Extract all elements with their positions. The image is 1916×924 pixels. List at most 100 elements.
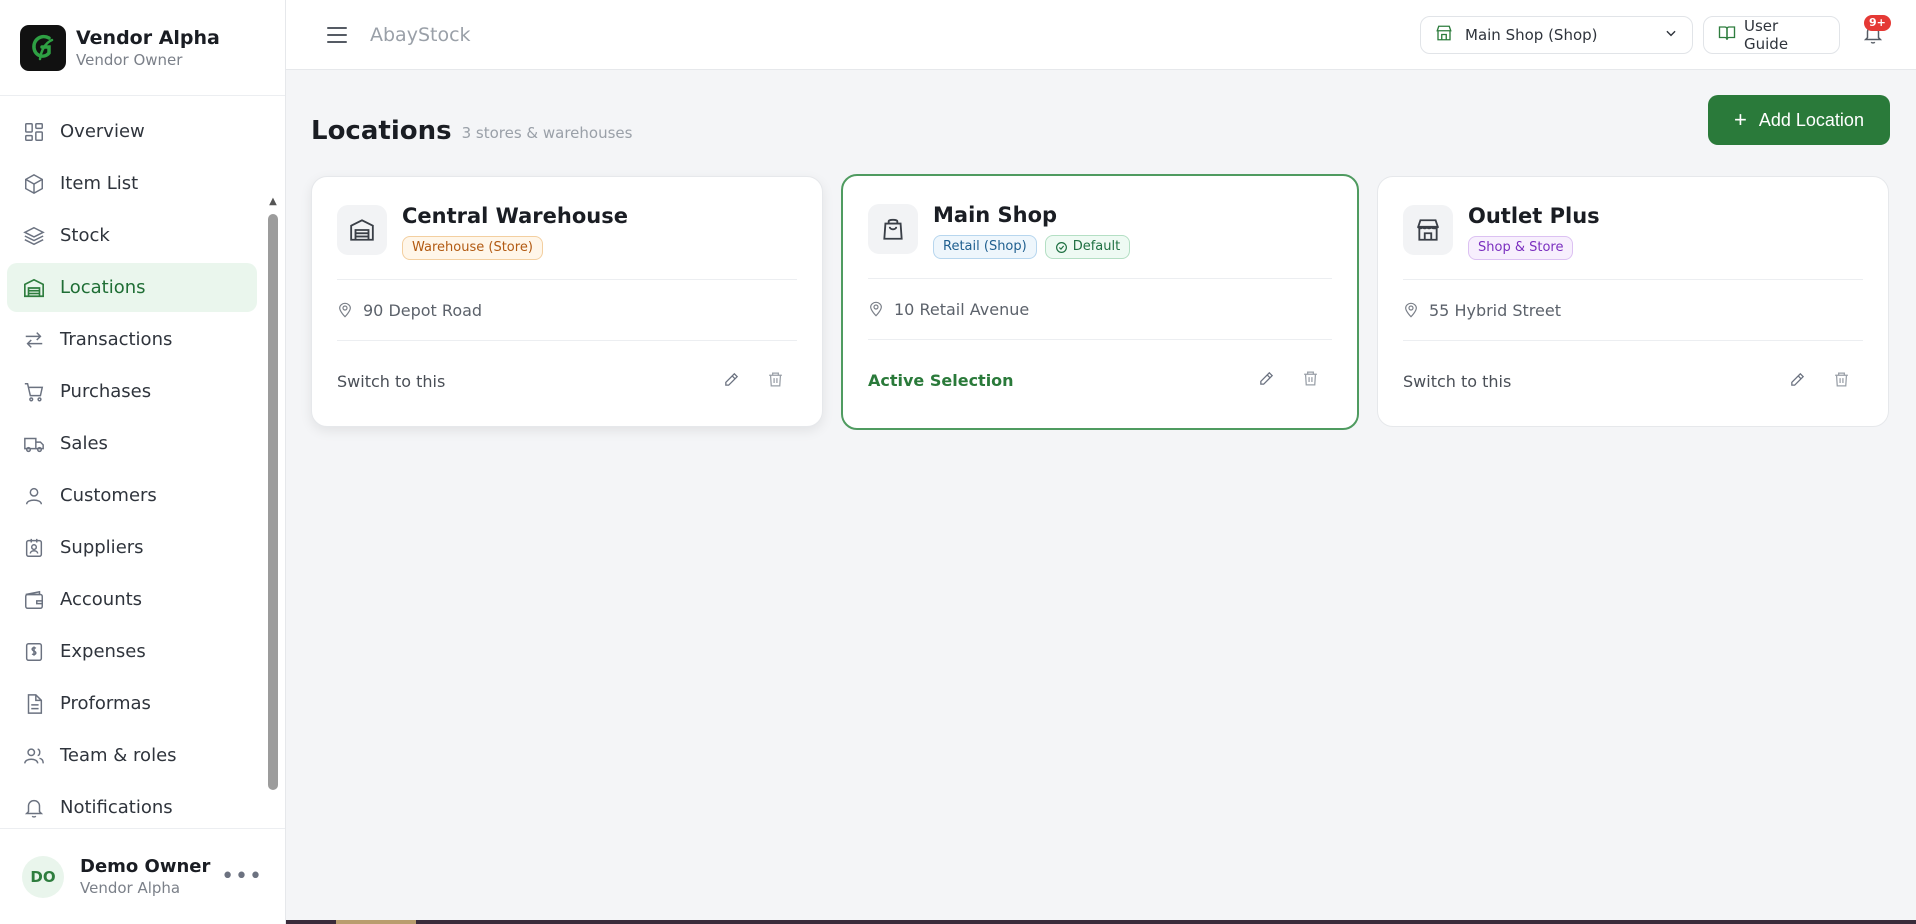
sidebar-item-label: Proformas — [60, 693, 151, 714]
location-type-badge: Warehouse (Store) — [402, 236, 543, 260]
location-type-badge: Retail (Shop) — [933, 235, 1037, 259]
sidebar-item-label: Item List — [60, 173, 139, 194]
store-icon — [1403, 205, 1453, 255]
edit-pencil-icon[interactable] — [1254, 366, 1278, 390]
box-icon — [22, 172, 46, 196]
map-pin-icon — [337, 301, 353, 319]
sidebar-item-label: Purchases — [60, 381, 152, 402]
add-location-button[interactable]: + Add Location — [1708, 95, 1890, 145]
notification-badge: 9+ — [1864, 15, 1891, 31]
location-name: Main Shop — [933, 203, 1058, 227]
bell-icon — [22, 796, 46, 820]
delete-trash-icon[interactable] — [763, 367, 787, 391]
delete-trash-icon[interactable] — [1829, 367, 1853, 391]
active-selection-label: Active Selection — [868, 370, 1014, 390]
sidebar-item-label: Overview — [60, 121, 145, 142]
location-select-value: Main Shop (Shop) — [1465, 26, 1598, 44]
layers-icon — [22, 224, 46, 248]
notification-bell-icon[interactable]: 9+ — [1862, 15, 1891, 47]
sidebar-item-label: Notifications — [60, 797, 173, 818]
sidebar-item-suppliers[interactable]: Suppliers — [7, 523, 257, 572]
switch-location-link[interactable]: Switch to this — [1403, 372, 1511, 391]
grid-icon — [22, 120, 46, 144]
user-guide-label: User Guide — [1744, 17, 1789, 53]
sidebar-item-transactions[interactable]: Transactions — [7, 315, 257, 364]
cart-icon — [22, 380, 46, 404]
sidebar-item-label: Team & roles — [60, 745, 177, 766]
location-card[interactable]: Outlet Plus Shop & Store 55 Hybrid Stree… — [1377, 176, 1889, 427]
location-card[interactable]: Central Warehouse Warehouse (Store) 90 D… — [311, 176, 823, 427]
avatar: DO — [22, 855, 64, 898]
sidebar-item-purchases[interactable]: Purchases — [7, 367, 257, 416]
sidebar-item-label: Expenses — [60, 641, 146, 662]
brand-role: Vendor Owner — [76, 50, 183, 69]
default-badge: Default — [1044, 235, 1131, 259]
location-select[interactable]: Main Shop (Shop) — [1420, 16, 1693, 54]
badge-icon — [22, 536, 46, 560]
sidebar-item-label: Locations — [60, 277, 146, 298]
warehouse-icon — [337, 205, 387, 255]
sidebar-item-label: Transactions — [60, 329, 173, 350]
check-circle-icon — [1055, 241, 1068, 254]
sidebar-item-accounts[interactable]: Accounts — [7, 575, 257, 624]
topbar: AbayStock Main Shop (Shop) User Guide 9+ — [286, 0, 1916, 70]
sidebar-item-team-roles[interactable]: Team & roles — [7, 731, 257, 780]
sidebar-item-notifications[interactable]: Notifications — [7, 783, 257, 828]
sidebar-item-label: Accounts — [60, 589, 143, 610]
brand-name: Vendor Alpha — [76, 26, 220, 49]
location-address: 90 Depot Road — [363, 300, 483, 320]
app-name: AbayStock — [370, 23, 471, 46]
store-icon — [1435, 24, 1453, 46]
truck-icon — [22, 432, 46, 456]
location-cards: Central Warehouse Warehouse (Store) 90 D… — [311, 174, 1890, 430]
app-root: Vendor Alpha Vendor Owner Overview Item … — [0, 0, 1916, 924]
arrows-icon — [22, 328, 46, 352]
sidebar-item-locations[interactable]: Locations — [7, 263, 257, 312]
sidebar-item-sales[interactable]: Sales — [7, 419, 257, 468]
location-name: Central Warehouse — [402, 204, 628, 228]
user-name: Demo Owner — [80, 855, 211, 877]
scroll-thumb[interactable] — [268, 214, 278, 790]
book-open-icon — [1718, 24, 1736, 46]
page-title: Locations — [311, 116, 452, 146]
receipt-dollar-icon — [22, 640, 46, 664]
sidebar-item-item-list[interactable]: Item List — [7, 159, 257, 208]
brand-header[interactable]: Vendor Alpha Vendor Owner — [0, 0, 285, 96]
sidebar-item-overview[interactable]: Overview — [7, 107, 257, 156]
location-type-badge: Shop & Store — [1468, 236, 1574, 260]
sidebar-nav: Overview Item List Stock Locations Trans… — [0, 96, 285, 828]
shopping-bag-icon — [868, 204, 918, 254]
scroll-up-icon[interactable]: ▲ — [267, 196, 279, 207]
warehouse-icon — [22, 276, 46, 300]
hamburger-menu-icon[interactable] — [322, 20, 352, 50]
sidebar-item-stock[interactable]: Stock — [7, 211, 257, 260]
user-guide-button[interactable]: User Guide — [1703, 16, 1840, 54]
content: Locations 3 stores & warehouses + Add Lo… — [286, 70, 1916, 430]
wallet-icon — [22, 588, 46, 612]
chevron-down-icon — [1664, 26, 1678, 44]
document-icon — [22, 692, 46, 716]
sidebar-scrollbar[interactable]: ▲ ▼ — [267, 196, 279, 828]
sidebar: Vendor Alpha Vendor Owner Overview Item … — [0, 0, 286, 924]
sidebar-item-label: Sales — [60, 433, 108, 454]
map-pin-icon — [868, 300, 884, 318]
switch-location-link[interactable]: Switch to this — [337, 372, 445, 391]
page-subtitle: 3 stores & warehouses — [461, 123, 633, 142]
location-address: 10 Retail Avenue — [894, 299, 1030, 319]
user-profile[interactable]: DO Demo Owner Vendor Alpha ••• — [0, 828, 285, 924]
more-options-icon[interactable]: ••• — [221, 864, 263, 889]
user-org: Vendor Alpha — [80, 878, 181, 897]
sidebar-item-proformas[interactable]: Proformas — [7, 679, 257, 728]
sidebar-item-label: Customers — [60, 485, 157, 506]
map-pin-icon — [1403, 301, 1419, 319]
brand-logo-icon — [20, 24, 66, 71]
users-icon — [22, 744, 46, 768]
taskbar-strip — [286, 920, 1916, 924]
plus-icon: + — [1734, 107, 1747, 132]
location-card-selected[interactable]: Main Shop Retail (Shop) Default 10 Retai… — [841, 174, 1359, 430]
edit-pencil-icon[interactable] — [719, 367, 743, 391]
edit-pencil-icon[interactable] — [1785, 367, 1809, 391]
delete-trash-icon[interactable] — [1298, 366, 1322, 390]
sidebar-item-expenses[interactable]: Expenses — [7, 627, 257, 676]
sidebar-item-customers[interactable]: Customers — [7, 471, 257, 520]
